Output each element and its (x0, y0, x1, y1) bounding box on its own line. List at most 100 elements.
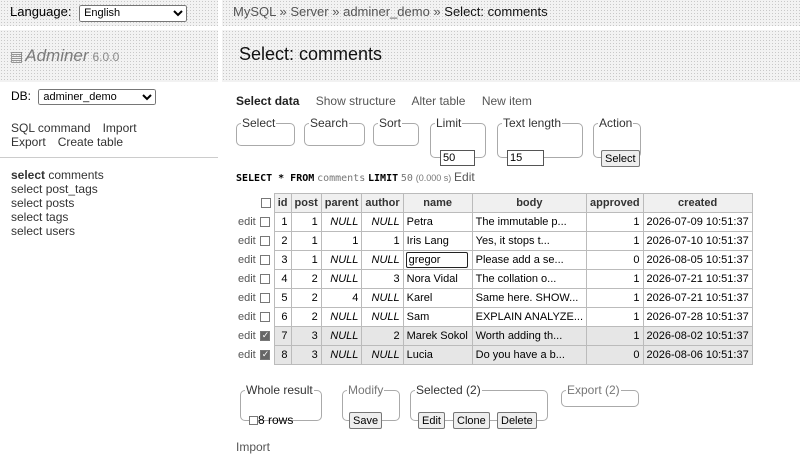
cell-created[interactable]: 2026-08-05 10:51:37 (642, 250, 753, 270)
table-link-comments[interactable]: select comments (11, 168, 104, 182)
cell-author[interactable]: 2 (361, 326, 404, 346)
search-fieldset[interactable]: Search (304, 116, 365, 146)
cell-created[interactable]: 2026-08-02 10:51:37 (642, 326, 753, 346)
cell-author[interactable]: NULL (361, 250, 404, 270)
new-item-link[interactable]: New item (482, 94, 532, 108)
cell-approved[interactable]: 1 (586, 326, 644, 346)
row-checkbox[interactable] (259, 217, 270, 228)
col-id[interactable]: id (273, 193, 292, 213)
cell-parent[interactable]: NULL (320, 212, 363, 232)
select-fieldset[interactable]: Select (236, 116, 295, 146)
select-all-checkbox[interactable] (260, 198, 271, 209)
adminer-logo[interactable]: ▤ Adminer 6.0.0 (10, 46, 119, 65)
col-name[interactable]: name (402, 193, 473, 213)
cell-approved[interactable]: 1 (586, 288, 644, 308)
limit-input[interactable] (440, 150, 475, 166)
row-checkbox[interactable] (259, 312, 270, 323)
cell-id[interactable]: 2 (273, 231, 292, 251)
col-parent[interactable]: parent (320, 193, 363, 213)
cell-body[interactable]: The immutable p... (471, 212, 588, 232)
cell-author[interactable]: NULL (361, 307, 404, 327)
cell-name[interactable]: Petra (402, 212, 473, 232)
cell-name[interactable]: Lucia (402, 345, 473, 365)
cell-body[interactable]: Same here. SHOW... (471, 288, 588, 308)
cell-parent[interactable]: NULL (320, 345, 363, 365)
row-checkbox[interactable] (259, 293, 270, 304)
cell-post[interactable]: 2 (290, 307, 322, 327)
cell-created[interactable]: 2026-07-21 10:51:37 (642, 288, 753, 308)
clone-button[interactable]: Clone (453, 412, 490, 429)
select-data-link[interactable]: Select data (236, 94, 299, 108)
cell-body[interactable]: EXPLAIN ANALYZE... (471, 307, 588, 327)
cell-approved[interactable]: 1 (586, 212, 644, 232)
crumb-mysql[interactable]: MySQL (233, 4, 276, 19)
create-table-link[interactable]: Create table (58, 135, 123, 149)
row-checkbox[interactable] (259, 349, 270, 361)
cell-author[interactable]: 3 (361, 269, 404, 289)
row-edit-link[interactable]: edit (236, 346, 258, 365)
cell-created[interactable]: 2026-07-09 10:51:37 (642, 212, 753, 232)
cell-id[interactable]: 4 (273, 269, 292, 289)
edit-query-link[interactable]: Edit (454, 170, 475, 184)
cell-id[interactable]: 6 (273, 307, 292, 327)
crumb-server[interactable]: Server (290, 4, 328, 19)
cell-parent[interactable]: 4 (320, 288, 363, 308)
name-edit-input[interactable]: gregor (405, 252, 468, 268)
cell-approved[interactable]: 1 (586, 269, 644, 289)
cell-approved[interactable]: 0 (586, 250, 644, 270)
cell-id[interactable]: 3 (273, 250, 292, 270)
col-body[interactable]: body (471, 193, 588, 213)
cell-author[interactable]: NULL (361, 288, 404, 308)
cell-post[interactable]: 3 (290, 345, 322, 365)
table-link-tags[interactable]: select tags (11, 210, 104, 224)
cell-body[interactable]: The collation o... (471, 269, 588, 289)
cell-name[interactable]: Iris Lang (402, 231, 473, 251)
cell-name[interactable]: Marek Sokol (402, 326, 473, 346)
export-fieldset[interactable]: Export (2) (561, 383, 639, 407)
row-edit-link[interactable]: edit (236, 213, 258, 232)
cell-id[interactable]: 8 (273, 345, 292, 365)
row-edit-link[interactable]: edit (236, 289, 258, 308)
col-post[interactable]: post (290, 193, 322, 213)
export-link-side[interactable]: Export (11, 135, 46, 149)
cell-id[interactable]: 7 (273, 326, 292, 346)
cell-post[interactable]: 1 (290, 212, 322, 232)
cell-body[interactable]: Worth adding th... (471, 326, 588, 346)
col-author[interactable]: author (361, 193, 404, 213)
row-edit-link[interactable]: edit (236, 308, 258, 327)
crumb-db[interactable]: adminer_demo (343, 4, 430, 19)
row-checkbox[interactable] (259, 236, 270, 247)
cell-created[interactable]: 2026-07-10 10:51:37 (642, 231, 753, 251)
alter-table-link[interactable]: Alter table (411, 94, 465, 108)
table-link-posts[interactable]: select posts (11, 196, 104, 210)
row-checkbox[interactable] (259, 330, 270, 342)
sql-command-link[interactable]: SQL command (11, 121, 91, 135)
row-edit-link[interactable]: edit (236, 251, 258, 270)
table-link-post-tags[interactable]: select post_tags (11, 182, 104, 196)
cell-parent[interactable]: NULL (320, 307, 363, 327)
table-link-users[interactable]: select users (11, 224, 104, 238)
cell-id[interactable]: 1 (273, 212, 292, 232)
cell-name[interactable]: Sam (402, 307, 473, 327)
cell-parent[interactable]: NULL (320, 269, 363, 289)
col-approved[interactable]: approved (586, 193, 644, 213)
cell-post[interactable]: 3 (290, 326, 322, 346)
cell-name[interactable]: Nora Vidal (402, 269, 473, 289)
import-link-side[interactable]: Import (103, 121, 137, 135)
cell-post[interactable]: 1 (290, 231, 322, 251)
db-select[interactable]: adminer_demo (38, 89, 157, 105)
cell-created[interactable]: 2026-07-21 10:51:37 (642, 269, 753, 289)
language-select[interactable]: English (79, 4, 188, 22)
cell-author[interactable]: NULL (361, 345, 404, 365)
cell-id[interactable]: 5 (273, 288, 292, 308)
import-link[interactable]: Import (236, 440, 270, 454)
cell-body[interactable]: Please add a se... (471, 250, 588, 270)
cell-post[interactable]: 1 (290, 250, 322, 270)
sort-fieldset[interactable]: Sort (373, 116, 419, 146)
save-button[interactable]: Save (349, 412, 383, 429)
edit-selected-button[interactable]: Edit (418, 412, 445, 429)
cell-approved[interactable]: 0 (586, 345, 644, 365)
cell-created[interactable]: 2026-07-28 10:51:37 (642, 307, 753, 327)
cell-name[interactable]: Karel (402, 288, 473, 308)
row-checkbox[interactable] (259, 274, 270, 285)
